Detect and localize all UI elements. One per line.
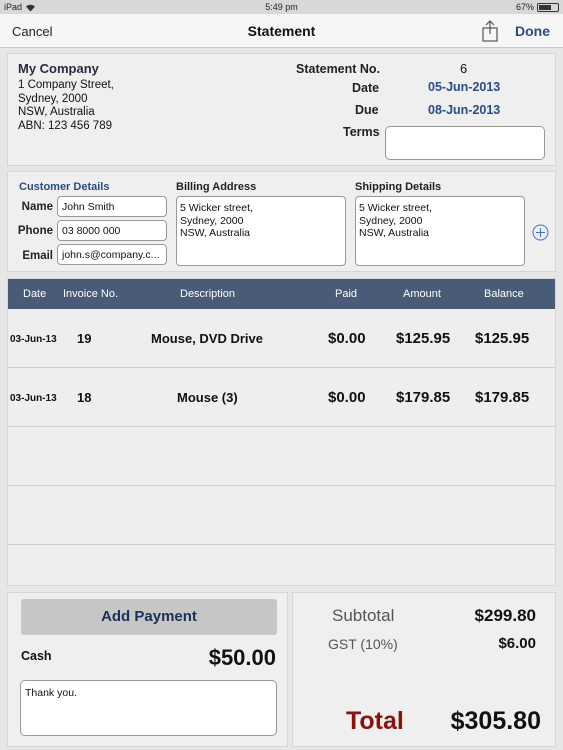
done-button[interactable]: Done (515, 23, 550, 39)
row-invoice: 18 (77, 390, 92, 405)
shipping-line: 5 Wicker street, (359, 202, 432, 214)
customer-details-heading: Customer Details (19, 181, 110, 193)
gst-value: $6.00 (498, 635, 536, 652)
billing-address-field[interactable]: 5 Wicker street, Sydney, 2000 NSW, Austr… (176, 196, 346, 266)
page-title: Statement (247, 23, 316, 39)
invoice-table: Date Invoice No. Description Paid Amount… (7, 278, 556, 586)
add-payment-button[interactable]: Add Payment (21, 599, 277, 635)
address-line: ABN: 123 456 789 (18, 119, 112, 132)
billing-line: Sydney, 2000 (180, 214, 244, 227)
column-header-description: Description (180, 288, 236, 300)
battery-percent: 67% (515, 2, 534, 12)
battery-icon (537, 2, 559, 12)
add-circle-icon[interactable] (532, 224, 549, 241)
date-label: Date (352, 81, 380, 95)
row-amount: $179.85 (396, 389, 451, 406)
company-address: 1 Company Street, Sydney, 2000 NSW, Aust… (18, 79, 114, 133)
terms-label: Terms (343, 125, 380, 139)
billing-line: NSW, Australia (180, 227, 251, 239)
customer-card: Customer Details Name John Smith Phone 0… (7, 171, 556, 272)
row-invoice: 19 (77, 331, 92, 346)
email-field[interactable]: john.s@company.c... (57, 244, 167, 265)
shipping-line: NSW, Australia (359, 227, 430, 239)
payment-amount: $50.00 (208, 645, 276, 670)
phone-field[interactable]: 03 8000 000 (57, 220, 167, 241)
total-label: Total (346, 707, 404, 735)
address-line: NSW, Australia (18, 106, 95, 118)
column-header-paid: Paid (335, 288, 358, 300)
address-line: Sydney, 2000 (18, 92, 88, 105)
company-card: My Company 1 Company Street, Sydney, 200… (7, 53, 556, 166)
status-bar: iPad 5:49 pm 67% (0, 0, 563, 14)
billing-line: 5 Wicker street, (180, 202, 253, 214)
shipping-details-heading: Shipping Details (355, 181, 442, 193)
payment-card: Add Payment Cash $50.00 Thank you. (7, 592, 288, 747)
shipping-line: Sydney, 2000 (359, 214, 423, 227)
row-date: 03-Jun-13 (10, 393, 57, 404)
row-paid: $0.00 (328, 330, 366, 347)
statement-no-value: 6 (460, 61, 468, 76)
terms-field[interactable] (385, 126, 545, 160)
column-header-invoice: Invoice No. (63, 288, 119, 300)
table-row[interactable]: 03-Jun-13 19 Mouse, DVD Drive $0.00 $125… (8, 309, 555, 368)
battery-fill (539, 4, 551, 10)
empty-row (8, 486, 555, 545)
note-field[interactable]: Thank you. (20, 680, 277, 736)
status-time: 5:49 pm (265, 2, 298, 12)
table-header: Date Invoice No. Description Paid Amount… (8, 279, 555, 309)
totals-card: Subtotal $299.80 GST (10%) $6.00 Total $… (292, 592, 556, 747)
empty-row (8, 427, 555, 486)
billing-address-heading: Billing Address (176, 181, 257, 193)
subtotal-label: Subtotal (332, 606, 395, 625)
statement-no-label: Statement No. (296, 62, 381, 76)
company-name: My Company (18, 61, 99, 76)
phone-label: Phone (17, 225, 53, 237)
row-balance: $179.85 (475, 389, 530, 406)
column-header-amount: Amount (403, 288, 441, 300)
subtotal-value: $299.80 (474, 606, 536, 625)
address-line: 1 Company Street, (18, 79, 114, 91)
row-amount: $125.95 (396, 330, 451, 347)
date-value[interactable]: 05-Jun-2013 (428, 80, 500, 94)
name-field[interactable]: John Smith (57, 196, 167, 217)
total-value: $305.80 (450, 707, 541, 735)
empty-row (8, 545, 555, 585)
nav-bar: Cancel Statement Done (0, 14, 563, 48)
row-description: Mouse, DVD Drive (151, 331, 263, 346)
gst-label: GST (10%) (328, 636, 398, 652)
table-row[interactable]: 03-Jun-13 18 Mouse (3) $0.00 $179.85 $17… (8, 368, 555, 427)
shipping-details-field[interactable]: 5 Wicker street, Sydney, 2000 NSW, Austr… (355, 196, 525, 266)
row-description: Mouse (3) (177, 390, 238, 405)
due-value[interactable]: 08-Jun-2013 (428, 103, 500, 117)
due-label: Due (355, 103, 379, 117)
name-label: Name (21, 201, 53, 213)
column-header-date: Date (23, 288, 47, 300)
row-paid: $0.00 (328, 389, 366, 406)
row-balance: $125.95 (475, 330, 530, 347)
row-date: 03-Jun-13 (10, 334, 57, 345)
column-header-balance: Balance (484, 288, 524, 300)
payment-method: Cash (21, 649, 52, 663)
status-right: 67% (516, 2, 559, 12)
share-icon[interactable] (480, 20, 500, 42)
email-label: Email (22, 250, 53, 262)
